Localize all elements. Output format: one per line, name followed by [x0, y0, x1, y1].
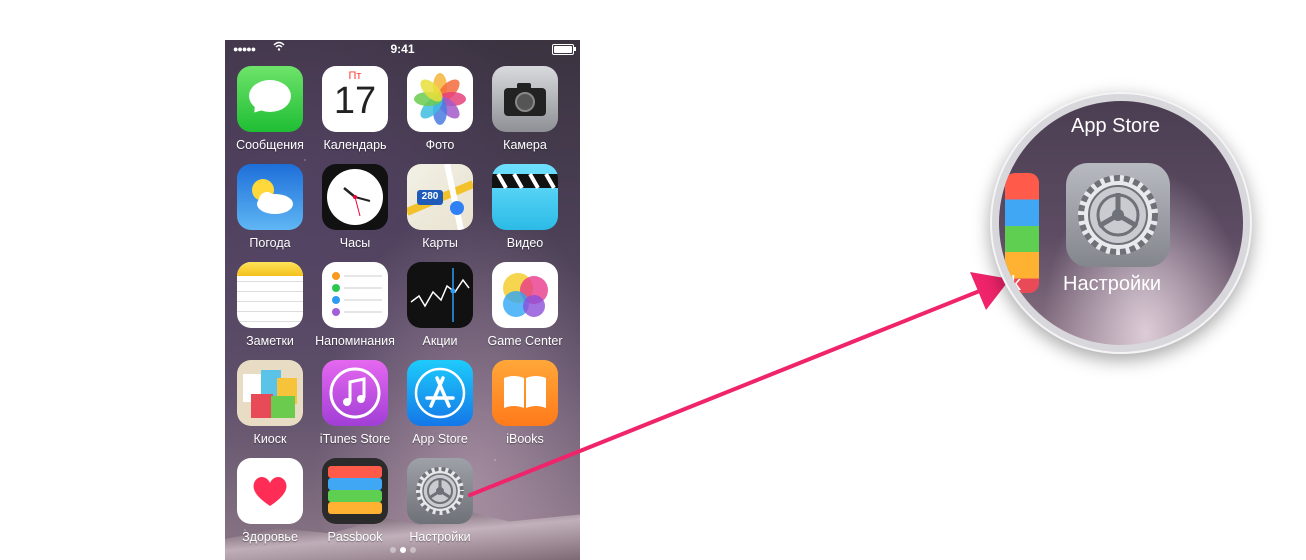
zoom-passbook-label-fragment: k	[1011, 273, 1021, 295]
zoom-app-store-label: App Store	[1071, 115, 1160, 137]
settings-icon-zoomed	[1066, 163, 1170, 267]
zoom-magnifier: App Store k Настройки	[990, 92, 1252, 354]
zoom-settings-label: Настройки	[1063, 273, 1162, 295]
arrow-shaft	[468, 288, 984, 497]
zoom-lens: App Store k Настройки	[999, 101, 1243, 345]
